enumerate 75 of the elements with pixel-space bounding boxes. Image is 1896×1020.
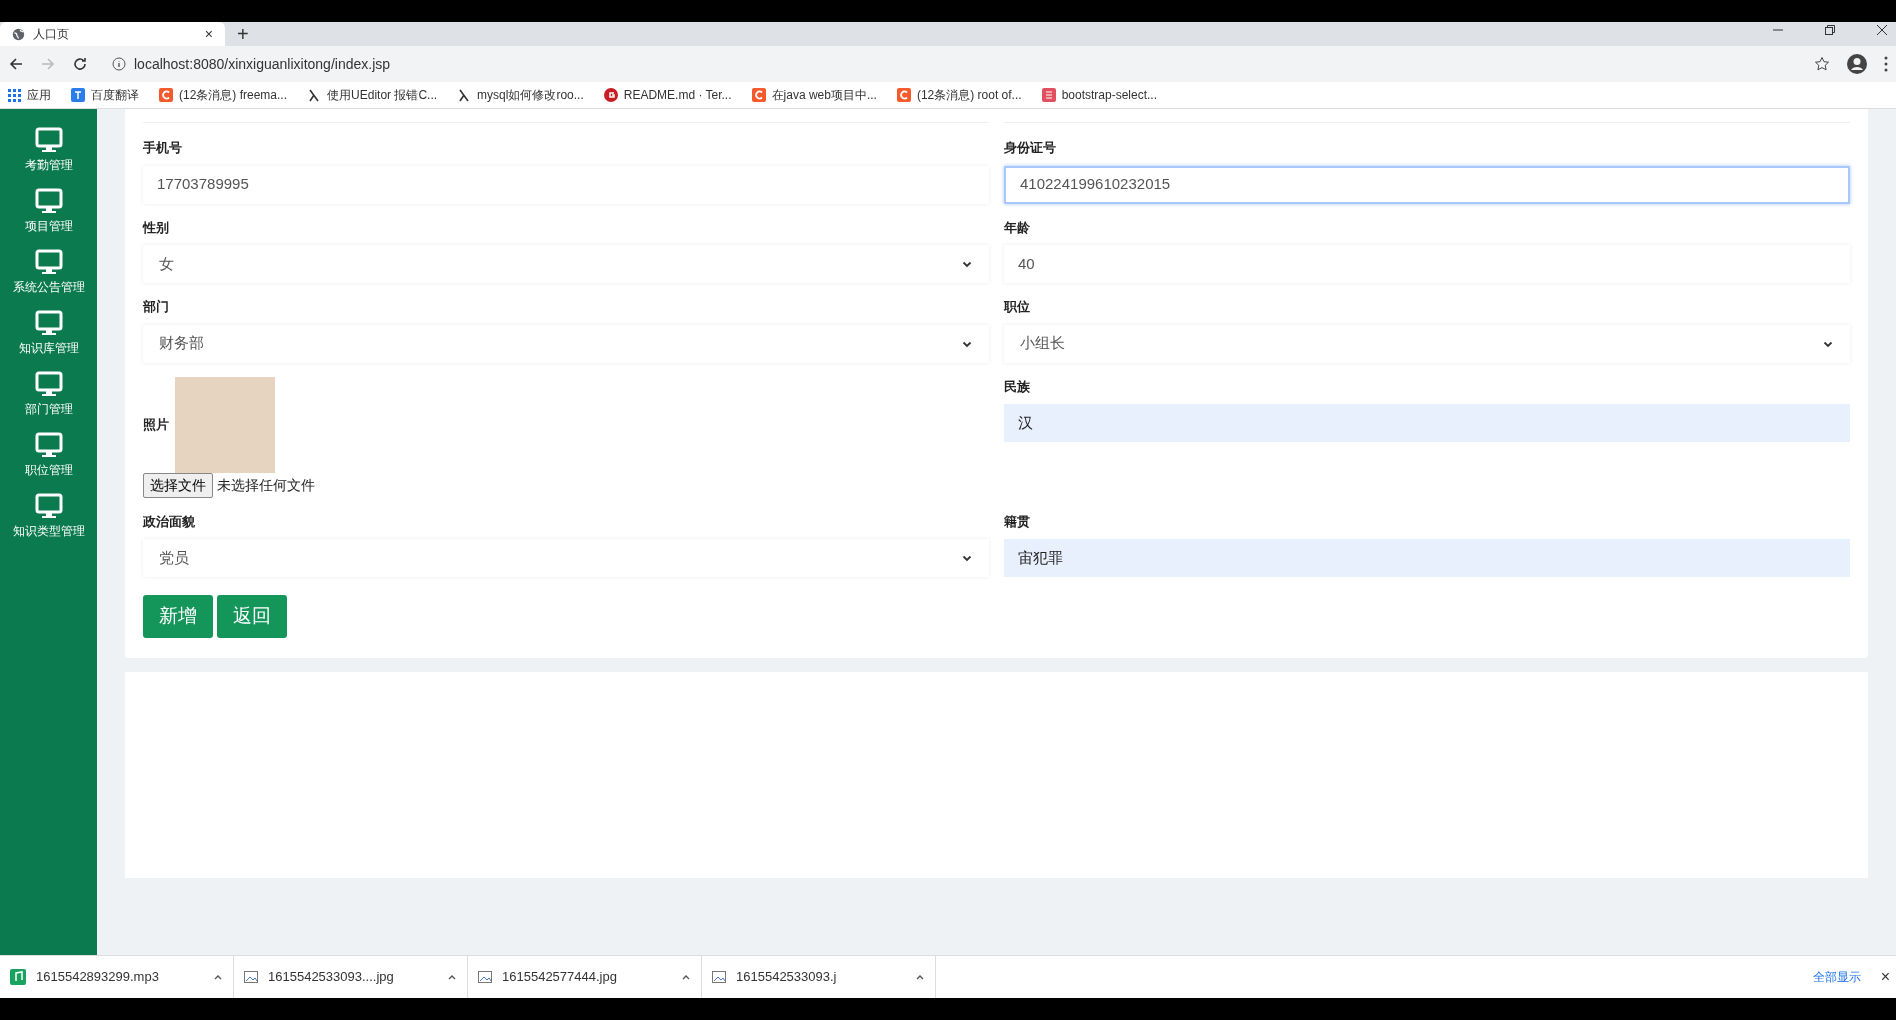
- sidebar-item[interactable]: 考勤管理: [24, 156, 73, 174]
- bookmark-link[interactable]: 在java web项目中...: [751, 86, 877, 104]
- field-label: 部门: [143, 298, 170, 316]
- lambda-icon: [457, 88, 472, 102]
- monitor-icon: [34, 371, 63, 397]
- field-label: 性别: [143, 218, 170, 237]
- audio-file-icon: [10, 969, 26, 985]
- field-label: 政治面貌: [143, 512, 196, 531]
- bookmark-link[interactable]: (12条消息) freema...: [159, 86, 288, 104]
- input-field: 汉: [1004, 404, 1850, 442]
- back-icon[interactable]: [8, 56, 24, 72]
- field-label: 年龄: [1004, 218, 1031, 237]
- browser-tab[interactable]: 人口页 ×: [0, 22, 225, 46]
- input-field[interactable]: 17703789995: [143, 165, 989, 204]
- menu-icon[interactable]: [1884, 56, 1888, 72]
- bookmark-link[interactable]: 使用UEditor 报错C...: [307, 86, 438, 104]
- form-button[interactable]: 新增: [143, 595, 213, 638]
- download-file-name[interactable]: 1615542533093.j: [736, 967, 905, 987]
- file-status: 未选择任何文件: [217, 475, 315, 495]
- monitor-icon: [34, 188, 63, 214]
- sidebar-item[interactable]: 职位管理: [24, 461, 73, 479]
- input-field[interactable]: 40: [1004, 245, 1850, 283]
- image-file-icon: [244, 971, 258, 983]
- show-all-link[interactable]: 全部显示: [1812, 968, 1861, 986]
- input-field[interactable]: 410224199610232015: [1004, 165, 1850, 204]
- sidebar-item[interactable]: 项目管理: [24, 217, 73, 235]
- close-tab-button[interactable]: ×: [204, 23, 213, 45]
- address-bar[interactable]: localhost:8080/xinxiguanlixitong/index.jsp: [134, 53, 391, 75]
- monitor-icon: [34, 310, 63, 336]
- close-icon[interactable]: [1876, 24, 1888, 36]
- bookmark-link[interactable]: bootstrap-select...: [1041, 86, 1157, 104]
- new-tab-button[interactable]: +: [237, 19, 249, 49]
- select-field[interactable]: 党员: [143, 539, 989, 577]
- download-file-name[interactable]: 1615542893299.mp3: [36, 967, 203, 987]
- star-icon[interactable]: [1814, 56, 1830, 72]
- tab-title: 人口页: [33, 26, 70, 43]
- bookmark-link[interactable]: 百度翻译: [71, 86, 139, 104]
- download-file-name[interactable]: 1615542577444.jpg: [502, 967, 671, 987]
- lambda-icon: [307, 88, 322, 102]
- field-label: 照片: [143, 415, 169, 434]
- sidebar-item[interactable]: 系统公告管理: [12, 278, 85, 296]
- monitor-icon: [34, 249, 63, 275]
- sidebar-item[interactable]: 部门管理: [24, 400, 73, 418]
- monitor-icon: [34, 432, 63, 458]
- image-file-icon: [478, 971, 492, 983]
- account-icon[interactable]: [1846, 53, 1868, 75]
- image-file-icon: [712, 971, 726, 983]
- bookmark-link[interactable]: README.md · Ter...: [603, 86, 732, 104]
- choose-file-button[interactable]: 选择文件: [143, 472, 213, 498]
- field-label: 手机号: [143, 139, 183, 157]
- field-label: 职位: [1004, 298, 1031, 316]
- page-icon: [1041, 88, 1056, 102]
- bookmark-link[interactable]: (12条消息) root of...: [896, 86, 1022, 104]
- download-file-name[interactable]: 1615542533093....jpg: [268, 967, 437, 987]
- bookmark-link[interactable]: 应用: [8, 86, 51, 104]
- globe-icon: [12, 27, 25, 41]
- input-field: 宙犯罪: [1004, 539, 1850, 577]
- sidebar-item[interactable]: 知识库管理: [18, 339, 79, 357]
- field-label: 身份证号: [1004, 139, 1057, 157]
- close-button[interactable]: ×: [1880, 965, 1890, 989]
- info-icon[interactable]: [112, 57, 126, 71]
- bookmark-link[interactable]: mysql如何修改roo...: [457, 86, 584, 104]
- apps-icon: [8, 88, 21, 102]
- select-field[interactable]: 小组长: [1004, 324, 1850, 363]
- translate-icon: [71, 88, 85, 102]
- select-field[interactable]: 女: [143, 245, 989, 283]
- reload-icon[interactable]: [72, 56, 88, 72]
- monitor-icon: [34, 493, 63, 519]
- monitor-icon: [34, 127, 63, 153]
- field-label: 籍贯: [1004, 512, 1031, 531]
- select-field[interactable]: 财务部: [143, 324, 989, 363]
- field-label: 民族: [1004, 377, 1031, 396]
- restore-icon[interactable]: [1824, 24, 1836, 36]
- sidebar-item[interactable]: 知识类型管理: [12, 522, 85, 540]
- form-button[interactable]: 返回: [217, 595, 287, 638]
